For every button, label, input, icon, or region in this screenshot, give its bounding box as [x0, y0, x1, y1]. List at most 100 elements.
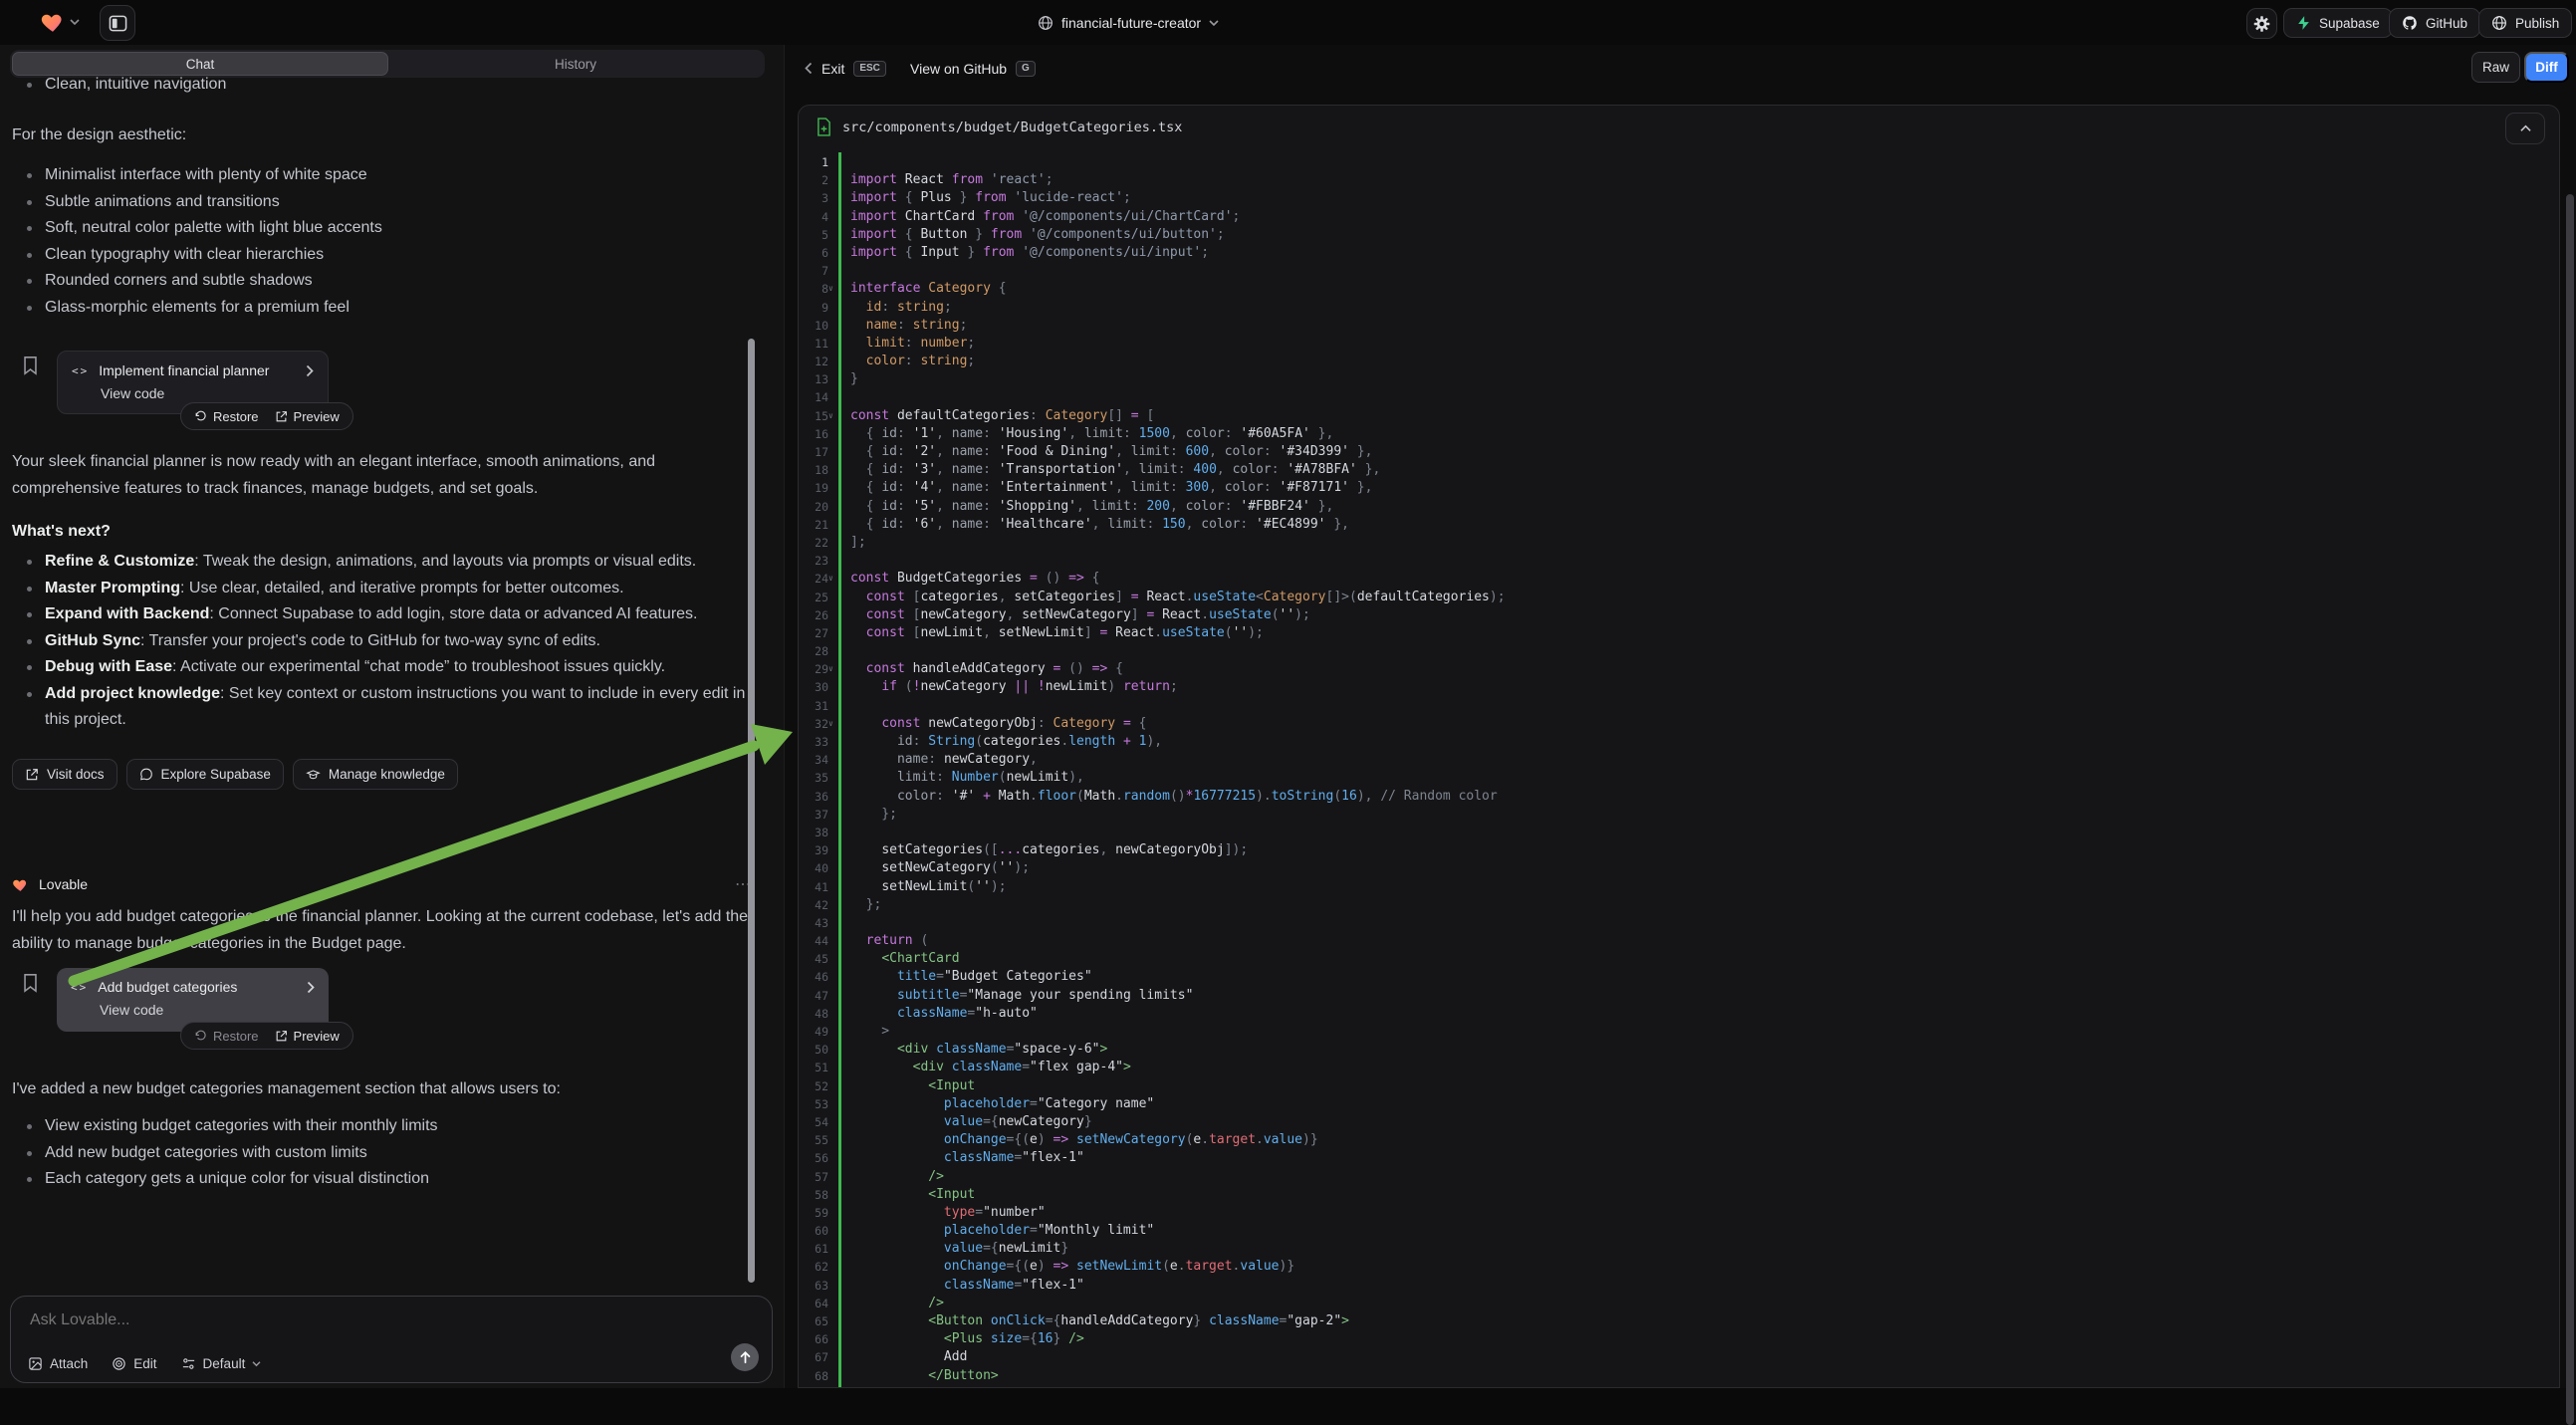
code-line: 19 { id: '4', name: 'Entertainment', lim… [799, 479, 2559, 497]
code-line: 9 id: string; [799, 299, 2559, 317]
list-item: GitHub Sync: Transfer your project's cod… [12, 628, 753, 655]
fold-chevron-icon[interactable]: ∨ [828, 570, 833, 588]
manage-knowledge-button[interactable]: Manage knowledge [293, 759, 458, 790]
preview-button[interactable]: Preview [275, 409, 340, 424]
code-line: 68 </Button> [799, 1367, 2559, 1385]
edit-button[interactable]: Edit [112, 1356, 156, 1371]
esc-key-badge: ESC [853, 61, 886, 77]
code-line: 6import { Input } from '@/components/ui/… [799, 244, 2559, 262]
restore-button[interactable]: Restore [194, 409, 259, 424]
view-on-github-button[interactable]: View on GitHub G [910, 45, 1036, 92]
publish-globe-icon [2491, 15, 2507, 31]
view-code-link[interactable]: View code [101, 385, 314, 401]
list-item: Minimalist interface with plenty of whit… [12, 162, 753, 189]
project-chevron-down-icon [1209, 19, 1219, 27]
list-item: Soft, neutral color palette with light b… [12, 215, 753, 242]
preview-button[interactable]: Preview [275, 1029, 340, 1044]
image-icon [28, 1356, 43, 1371]
action-chip-row: Visit docs Explore Supabase Manage knowl… [12, 759, 458, 790]
code-line: 4import ChartCard from '@/components/ui/… [799, 208, 2559, 226]
assistant-message: Your sleek financial planner is now read… [12, 448, 753, 502]
code-line: 57 /> [799, 1168, 2559, 1186]
whats-next-heading: What's next? [12, 518, 753, 545]
restore-button-disabled[interactable]: Restore [194, 1029, 259, 1044]
code-lines[interactable]: 12import React from 'react';3import { Pl… [799, 148, 2559, 1387]
list-item: Expand with Backend: Connect Supabase to… [12, 601, 753, 628]
project-name: financial-future-creator [1061, 15, 1201, 31]
list-item: Refine & Customize: Tweak the design, an… [12, 549, 753, 576]
code-line: 49 > [799, 1023, 2559, 1041]
globe-icon [1038, 15, 1054, 31]
version-card-title: Add budget categories [98, 979, 237, 995]
code-line: 61 value={newLimit} [799, 1240, 2559, 1258]
top-bar: financial-future-creator [0, 0, 2576, 45]
code-line: 58 <Input [799, 1186, 2559, 1204]
chat-scrollbar[interactable] [748, 339, 755, 1283]
version-card-title: Implement financial planner [99, 362, 269, 378]
lovable-logo-icon[interactable] [40, 9, 66, 35]
restore-preview-pill: Restore Preview [180, 402, 353, 430]
code-line: 18 { id: '3', name: 'Transportation', li… [799, 461, 2559, 479]
code-line: 8∨interface Category { [799, 280, 2559, 298]
code-line: 3import { Plus } from 'lucide-react'; [799, 189, 2559, 207]
fold-chevron-icon[interactable]: ∨ [828, 407, 833, 425]
send-button[interactable] [731, 1343, 759, 1371]
code-line: 51 <div className="flex gap-4"> [799, 1059, 2559, 1076]
fold-chevron-icon[interactable]: ∨ [828, 280, 833, 298]
raw-toggle-button[interactable]: Raw [2471, 52, 2520, 83]
diff-toggle-button[interactable]: Diff [2524, 52, 2569, 83]
code-icon: <> [72, 364, 89, 377]
chat-bubble-icon [139, 768, 153, 782]
code-line: 25 const [categories, setCategories] = R… [799, 589, 2559, 606]
view-code-link[interactable]: View code [100, 1002, 315, 1018]
code-scrollbar[interactable] [2566, 194, 2574, 1425]
code-line: 45 <ChartCard [799, 950, 2559, 968]
github-button[interactable]: GitHub [2389, 8, 2480, 38]
list-item: Rounded corners and subtle shadows [12, 268, 753, 295]
code-icon: <> [71, 981, 88, 994]
explore-supabase-button[interactable]: Explore Supabase [126, 759, 284, 790]
code-line: 35 limit: Number(newLimit), [799, 769, 2559, 787]
design-bullet-list: Minimalist interface with plenty of whit… [12, 162, 753, 321]
model-selector[interactable]: Default [181, 1356, 262, 1371]
list-item: Subtle animations and transitions [12, 189, 753, 216]
file-path: src/components/budget/BudgetCategories.t… [842, 119, 1182, 135]
feature-bullet-list: View existing budget categories with the… [12, 1113, 753, 1193]
bookmark-icon[interactable] [22, 356, 39, 375]
code-line: 53 placeholder="Category name" [799, 1095, 2559, 1113]
chevron-down-icon [252, 1360, 261, 1367]
attach-button[interactable]: Attach [28, 1356, 88, 1371]
settings-button[interactable] [2246, 8, 2277, 39]
chat-input[interactable] [28, 1310, 629, 1330]
code-line: 15∨const defaultCategories: Category[] =… [799, 407, 2559, 425]
sidebar-toggle-button[interactable] [100, 5, 135, 41]
fold-chevron-icon[interactable]: ∨ [828, 715, 833, 733]
code-line: 1 [799, 153, 2559, 171]
code-line: 13} [799, 370, 2559, 388]
chat-panel: Chat History Clean, intuitive navigation… [0, 45, 784, 1388]
code-line: 38 [799, 824, 2559, 841]
fold-chevron-icon[interactable]: ∨ [828, 660, 833, 678]
publish-button[interactable]: Publish [2478, 8, 2572, 38]
exit-button[interactable]: Exit ESC [805, 45, 886, 92]
logo-chevron-down-icon[interactable] [70, 18, 80, 26]
top-bullet-list: Clean, intuitive navigation [12, 72, 753, 99]
code-line: 10 name: string; [799, 317, 2559, 335]
sidebar-panel-icon [109, 14, 127, 33]
project-switcher[interactable]: financial-future-creator [1038, 0, 1219, 45]
file-header[interactable]: src/components/budget/BudgetCategories.t… [799, 106, 2559, 148]
code-line: 42 }; [799, 896, 2559, 914]
input-actions: Attach Edit Default [28, 1356, 261, 1371]
arrow-up-icon [739, 1350, 752, 1364]
visit-docs-button[interactable]: Visit docs [12, 759, 117, 790]
code-line: 66 <Plus size={16} /> [799, 1330, 2559, 1348]
collapse-file-button[interactable] [2505, 113, 2545, 144]
chevron-up-icon [2520, 124, 2531, 132]
supabase-button[interactable]: Supabase [2283, 8, 2393, 38]
code-line: 46 title="Budget Categories" [799, 968, 2559, 986]
code-toolbar: Exit ESC View on GitHub G Raw Diff [785, 45, 2576, 92]
code-line: 65 <Button onClick={handleAddCategory} c… [799, 1312, 2559, 1330]
assistant-name: Lovable [39, 876, 88, 892]
bookmark-icon[interactable] [22, 973, 39, 993]
assistant-header-row: Lovable ⋯ [12, 874, 753, 894]
